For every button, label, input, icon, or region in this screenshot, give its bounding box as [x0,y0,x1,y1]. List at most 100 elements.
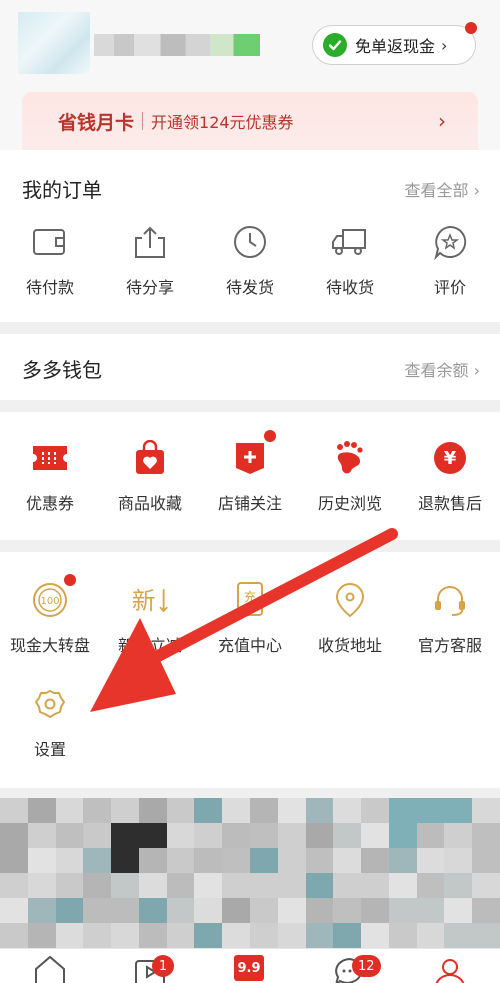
order-tab-label: 待付款 [25,278,74,297]
feed-blur-block [416,848,445,873]
feed-blur-block [361,823,389,848]
feed-blur-block [166,898,195,923]
feed-blur-block [138,798,167,823]
feed-blur-block [277,848,306,873]
feed-blur-block [416,823,445,848]
customer-service-item[interactable]: 官方客服 [400,580,500,656]
feed-blur-block [333,823,362,848]
service-label: 历史浏览 [317,494,382,513]
feed-blur-block [194,923,223,948]
avatar[interactable] [18,12,90,74]
feed-blur-block [250,873,278,898]
feed-blur-block [0,823,28,848]
free-order-cashback-button[interactable]: 免单返现金 › [312,22,477,65]
feed-blur-block [138,848,167,873]
tab-home[interactable] [32,953,68,983]
feed-blur-block [83,898,112,923]
refund-item[interactable]: ¥ 退款售后 [400,438,500,514]
feed-blur-block [333,798,362,823]
feed-blur-block [138,923,167,948]
feed-blur-block [166,798,195,823]
order-pending-shipment[interactable]: 待发货 [200,222,300,298]
chat-badge: 12 [352,955,381,977]
recharge-item[interactable]: 充 充值中心 [200,580,300,656]
tab-personal[interactable] [432,953,468,983]
coupon-icon [30,438,70,478]
feed-blur-block [27,873,56,898]
favorite-bag-icon [130,438,170,478]
monthly-saving-card-banner[interactable]: 省钱月卡 开通领124元优惠券 › [22,92,478,150]
feed-blur-block [222,898,250,923]
feed-blur-block [194,848,223,873]
clock-icon [230,222,270,262]
deals-icon: 9.9 [234,955,264,981]
coupons-item[interactable]: 优惠券 [0,438,100,514]
feed-blur-block [277,923,306,948]
settings-item[interactable]: 设置 [0,684,100,760]
settings-label: 设置 [33,740,66,759]
service-label: 官方客服 [417,636,482,655]
service-label: 现金大转盘 [9,636,90,655]
orders-title: 我的订单 [22,178,102,202]
view-all-orders-link[interactable]: 查看全部 › [404,177,480,201]
order-pending-share[interactable]: 待分享 [100,222,200,298]
feed-blur-block [0,798,28,823]
view-balance-link[interactable]: 查看余额 › [404,357,480,381]
feed-blur-block [111,848,139,873]
feed-blur-block [305,873,334,898]
feed-blur-block [305,923,334,948]
feed-blur-block [333,873,362,898]
feed-blur-block [333,848,362,873]
feed-blur-block [111,823,139,848]
feed-blur-block [444,923,473,948]
cash-wheel-item[interactable]: 100 现金大转盘 [0,574,100,656]
feed-blur-block [305,848,334,873]
chevron-right-icon: › [438,109,446,133]
feed-blur-block [472,923,500,948]
feed-blur-block [444,823,473,848]
feed-blur-block [361,923,389,948]
wallet-icon [30,222,70,262]
feed-blur-block [222,923,250,948]
tab-video[interactable]: 1 [132,953,174,983]
feed-blur-block [361,873,389,898]
feed-blur-block [194,873,223,898]
wallet-title: 多多钱包 [22,358,102,382]
feed-blur-block [111,923,139,948]
order-pending-receipt[interactable]: 待收货 [300,222,400,298]
feed-blur-block [277,898,306,923]
gear-icon [30,684,70,724]
feed-blur-block [472,848,500,873]
feed-blur-block [250,798,278,823]
feed-blur-block [305,798,334,823]
feed-blur-block [388,923,417,948]
order-tab-label: 待收货 [325,278,374,297]
recommendation-feed-blurred[interactable] [0,798,500,948]
wallet-section[interactable]: 多多钱包 查看余额 › [0,334,500,400]
history-item[interactable]: 历史浏览 [300,438,400,514]
feed-blur-block [138,898,167,923]
order-review[interactable]: 评价 [400,222,500,298]
feed-blur-block [138,873,167,898]
monthly-card-title: 省钱月卡 [58,111,135,134]
store-follow-item[interactable]: 店铺关注 [200,430,300,514]
svg-text:100: 100 [40,596,59,607]
profile-header: 免单返现金 › 省钱月卡 开通领124元优惠券 › [0,0,500,150]
tab-chat[interactable]: 12 [332,953,381,983]
feed-blur-block [333,923,362,948]
feed-blur-block [166,848,195,873]
address-item[interactable]: 收货地址 [300,580,400,656]
feed-blur-block [305,898,334,923]
feed-blur-block [194,823,223,848]
tab-deals[interactable]: 9.9 [234,955,264,981]
order-pending-payment[interactable]: 待付款 [0,222,100,298]
chevron-right-icon: › [473,181,480,200]
svg-text:充: 充 [244,589,256,604]
favorites-item[interactable]: 商品收藏 [100,438,200,514]
feed-blur-block [194,898,223,923]
new-customer-item[interactable]: 新 新客立减 [100,580,200,656]
order-status-grid: 待付款 待分享 待发货 待收货 评价 [0,222,500,298]
feed-blur-block [305,823,334,848]
refund-icon: ¥ [430,438,470,478]
feed-blur-block [0,923,28,948]
